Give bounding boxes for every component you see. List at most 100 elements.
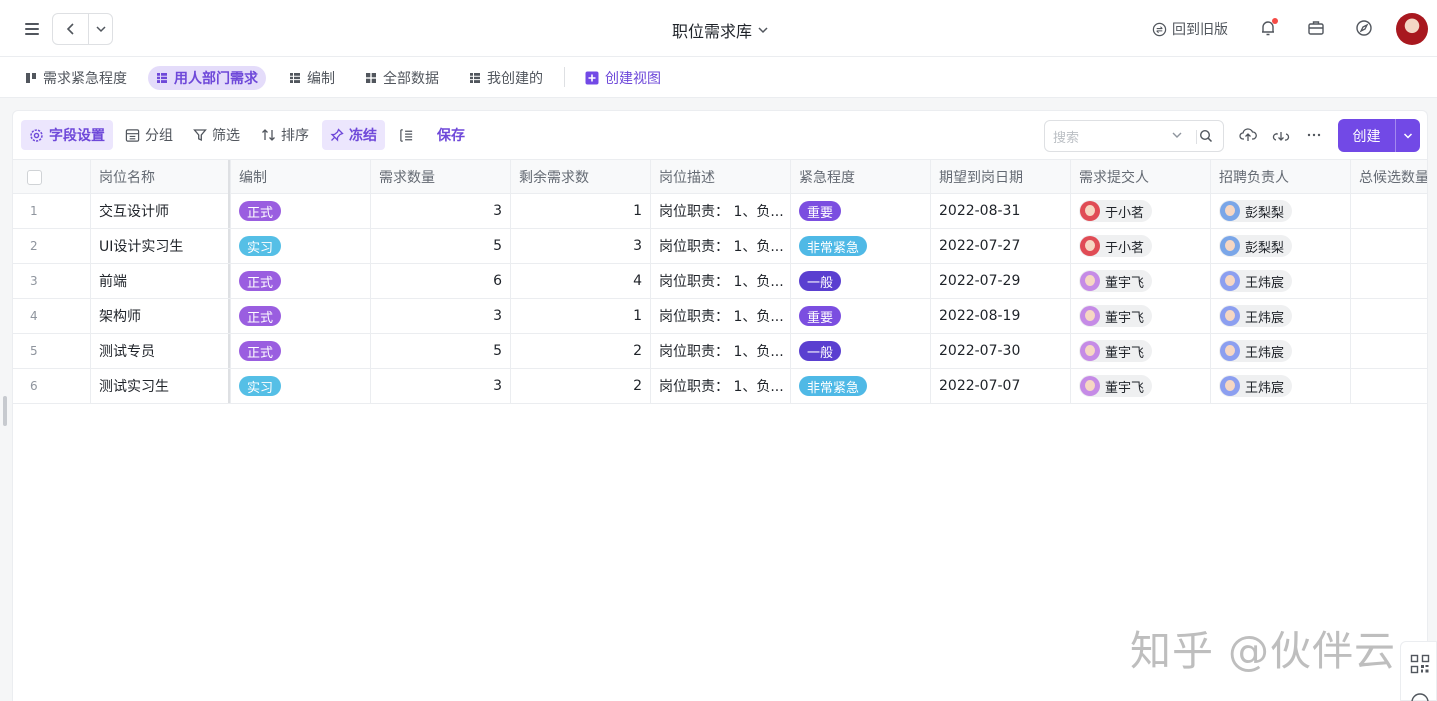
group-button[interactable]: 分组 bbox=[117, 120, 181, 150]
cell-demand[interactable]: 5 bbox=[371, 334, 511, 368]
column-header-submitter[interactable]: 需求提交人 bbox=[1071, 160, 1211, 194]
cell-desc[interactable]: 岗位职责： 1、负... bbox=[651, 264, 791, 298]
table-row[interactable]: 3 前端 正式 6 4 岗位职责： 1、负... 一般 2022-07-29 董宇飞 王炜宸 bbox=[13, 264, 1427, 299]
column-header-expected-date[interactable]: 期望到岗日期 bbox=[931, 160, 1071, 194]
freeze-button[interactable]: 冻结 bbox=[322, 120, 385, 150]
cell-date[interactable]: 2022-08-31 bbox=[931, 194, 1071, 228]
cell-name[interactable]: 交互设计师 bbox=[91, 194, 231, 228]
column-header-recruiter[interactable]: 招聘负责人 bbox=[1211, 160, 1351, 194]
search-box[interactable]: 搜索 bbox=[1044, 120, 1224, 152]
explore-button[interactable] bbox=[1354, 18, 1374, 38]
column-header-demand[interactable]: 需求数量 bbox=[371, 160, 511, 194]
column-header-description[interactable]: 岗位描述 bbox=[651, 160, 791, 194]
cell-total[interactable] bbox=[1351, 369, 1427, 403]
cell-staffing[interactable]: 实习 bbox=[231, 369, 371, 403]
cell-urgency[interactable]: 重要 bbox=[791, 194, 931, 228]
cell-submitter[interactable]: 董宇飞 bbox=[1071, 369, 1211, 403]
cell-recruiter[interactable]: 彭梨梨 bbox=[1211, 194, 1351, 228]
cell-desc[interactable]: 岗位职责： 1、负... bbox=[651, 369, 791, 403]
cell-urgency[interactable]: 一般 bbox=[791, 264, 931, 298]
view-tab-created-by-me[interactable]: 我创建的 bbox=[461, 66, 551, 90]
cell-urgency[interactable]: 非常紧急 bbox=[791, 229, 931, 263]
row-height-button[interactable] bbox=[391, 120, 422, 150]
cell-remaining[interactable]: 1 bbox=[511, 299, 651, 333]
chevron-down-icon[interactable] bbox=[1171, 129, 1183, 141]
cell-staffing[interactable]: 实习 bbox=[231, 229, 371, 263]
cell-desc[interactable]: 岗位职责： 1、负... bbox=[651, 229, 791, 263]
cell-date[interactable]: 2022-07-07 bbox=[931, 369, 1071, 403]
cell-name[interactable]: 架构师 bbox=[91, 299, 231, 333]
notification-button[interactable] bbox=[1258, 18, 1278, 38]
cell-submitter[interactable]: 董宇飞 bbox=[1071, 264, 1211, 298]
cell-total[interactable] bbox=[1351, 229, 1427, 263]
column-header-remaining[interactable]: 剩余需求数 bbox=[511, 160, 651, 194]
create-dropdown-button[interactable] bbox=[1395, 119, 1420, 152]
cell-total[interactable] bbox=[1351, 264, 1427, 298]
sort-button[interactable]: 排序 bbox=[253, 120, 317, 150]
column-header-staffing[interactable]: 编制 bbox=[231, 160, 371, 194]
view-tab-all-data[interactable]: 全部数据 bbox=[357, 66, 447, 90]
cell-remaining[interactable]: 2 bbox=[511, 334, 651, 368]
back-button[interactable] bbox=[53, 14, 88, 44]
cell-name[interactable]: UI设计实习生 bbox=[91, 229, 231, 263]
search-input[interactable]: 搜索 bbox=[1053, 127, 1079, 146]
cell-recruiter[interactable]: 王炜宸 bbox=[1211, 299, 1351, 333]
field-settings-button[interactable]: 字段设置 bbox=[21, 120, 113, 150]
cell-remaining[interactable]: 4 bbox=[511, 264, 651, 298]
cell-recruiter[interactable]: 彭梨梨 bbox=[1211, 229, 1351, 263]
cell-recruiter[interactable]: 王炜宸 bbox=[1211, 334, 1351, 368]
column-header-name[interactable]: 岗位名称 bbox=[91, 160, 231, 194]
cell-recruiter[interactable]: 王炜宸 bbox=[1211, 369, 1351, 403]
cell-staffing[interactable]: 正式 bbox=[231, 194, 371, 228]
cell-submitter[interactable]: 董宇飞 bbox=[1071, 334, 1211, 368]
cell-date[interactable]: 2022-08-19 bbox=[931, 299, 1071, 333]
save-button[interactable]: 保存 bbox=[429, 120, 473, 150]
cell-name[interactable]: 前端 bbox=[91, 264, 231, 298]
cell-demand[interactable]: 5 bbox=[371, 229, 511, 263]
column-header-urgency[interactable]: 紧急程度 bbox=[791, 160, 931, 194]
left-resize-handle[interactable] bbox=[3, 396, 7, 426]
filter-button[interactable]: 筛选 bbox=[185, 120, 248, 150]
view-tab-urgency[interactable]: 需求紧急程度 bbox=[17, 66, 135, 90]
app-title[interactable]: 职位需求库 bbox=[672, 18, 768, 42]
cell-submitter[interactable]: 于小茗 bbox=[1071, 229, 1211, 263]
create-record-button[interactable]: 创建 bbox=[1338, 119, 1420, 152]
cell-date[interactable]: 2022-07-27 bbox=[931, 229, 1071, 263]
cell-demand[interactable]: 3 bbox=[371, 299, 511, 333]
more-button[interactable] bbox=[1301, 120, 1327, 150]
import-button[interactable] bbox=[1235, 120, 1261, 150]
table-row[interactable]: 4 架构师 正式 3 1 岗位职责： 1、负... 重要 2022-08-19 董宇飞 王炜宸 bbox=[13, 299, 1427, 334]
cell-name[interactable]: 测试实习生 bbox=[91, 369, 231, 403]
cell-total[interactable] bbox=[1351, 194, 1427, 228]
cell-desc[interactable]: 岗位职责： 1、负... bbox=[651, 334, 791, 368]
cell-date[interactable]: 2022-07-29 bbox=[931, 264, 1071, 298]
qr-code-icon[interactable] bbox=[1410, 654, 1430, 674]
cell-total[interactable] bbox=[1351, 334, 1427, 368]
select-all-checkbox[interactable] bbox=[27, 169, 42, 185]
create-view-button[interactable]: 创建视图 bbox=[577, 66, 669, 90]
cell-demand[interactable]: 3 bbox=[371, 369, 511, 403]
cell-urgency[interactable]: 非常紧急 bbox=[791, 369, 931, 403]
cell-date[interactable]: 2022-07-30 bbox=[931, 334, 1071, 368]
cell-name[interactable]: 测试专员 bbox=[91, 334, 231, 368]
table-row[interactable]: 5 测试专员 正式 5 2 岗位职责： 1、负... 一般 2022-07-30 董宇飞 王炜宸 bbox=[13, 334, 1427, 369]
cell-remaining[interactable]: 3 bbox=[511, 229, 651, 263]
help-icon[interactable] bbox=[1410, 692, 1430, 701]
cell-remaining[interactable]: 1 bbox=[511, 194, 651, 228]
menu-icon[interactable] bbox=[22, 19, 42, 39]
cell-staffing[interactable]: 正式 bbox=[231, 299, 371, 333]
cell-total[interactable] bbox=[1351, 299, 1427, 333]
inbox-button[interactable] bbox=[1306, 18, 1326, 38]
cell-submitter[interactable]: 于小茗 bbox=[1071, 194, 1211, 228]
cell-submitter[interactable]: 董宇飞 bbox=[1071, 299, 1211, 333]
cell-desc[interactable]: 岗位职责： 1、负... bbox=[651, 194, 791, 228]
table-row[interactable]: 2 UI设计实习生 实习 5 3 岗位职责： 1、负... 非常紧急 2022-07-27 于小… bbox=[13, 229, 1427, 264]
history-dropdown-button[interactable] bbox=[88, 14, 112, 44]
export-button[interactable] bbox=[1268, 120, 1294, 150]
search-icon[interactable] bbox=[1199, 129, 1213, 143]
table-row[interactable]: 6 测试实习生 实习 3 2 岗位职责： 1、负... 非常紧急 2022-07-07 董宇飞 王… bbox=[13, 369, 1427, 404]
view-tab-staffing[interactable]: 编制 bbox=[281, 66, 343, 90]
cell-urgency[interactable]: 重要 bbox=[791, 299, 931, 333]
view-tab-department-demand[interactable]: 用人部门需求 bbox=[148, 66, 266, 90]
cell-demand[interactable]: 6 bbox=[371, 264, 511, 298]
